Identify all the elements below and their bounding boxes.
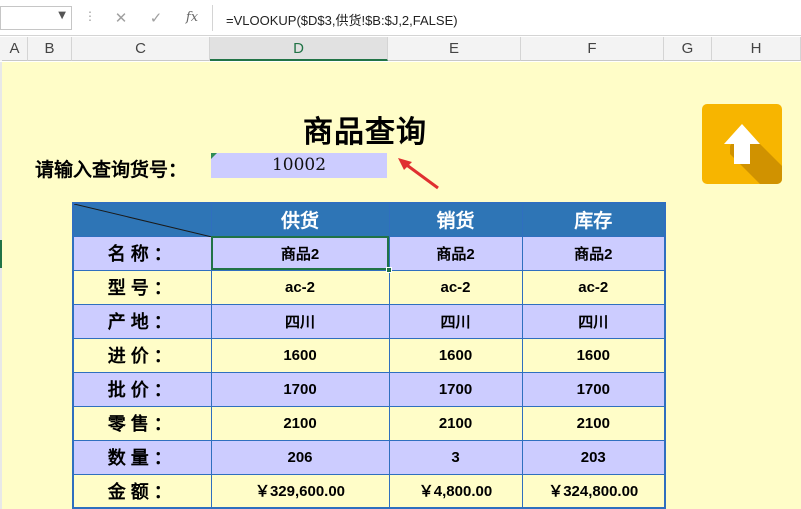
formula-input[interactable]: =VLOOKUP($D$3,供货!$B:$J,2,FALSE) xyxy=(226,10,458,29)
cell-name-sales[interactable]: 商品2 xyxy=(388,235,523,271)
cell-model-sales[interactable]: ac-2 xyxy=(388,269,523,305)
fill-handle[interactable] xyxy=(385,266,392,273)
formula-bar: ▼ ⋮ ✕ ✓ fx =VLOOKUP($D$3,供货!$B:$J,2,FALS… xyxy=(0,0,801,36)
column-header-g[interactable]: G xyxy=(664,37,712,61)
table-row: 型号： ac-2 ac-2 ac-2 xyxy=(72,269,666,305)
table-row: 名称： 商品2 商品2 商品2 xyxy=(72,235,666,273)
cell-origin-supply[interactable]: 四川 xyxy=(210,303,390,339)
cell-wholesale-stock[interactable]: 1700 xyxy=(521,371,666,407)
table-row: 产地： 四川 四川 四川 xyxy=(72,303,666,339)
cell-retail-stock[interactable]: 2100 xyxy=(521,405,666,441)
error-indicator-icon[interactable] xyxy=(211,153,217,159)
column-header-c[interactable]: C xyxy=(72,37,210,61)
column-header-d[interactable]: D xyxy=(210,37,388,61)
header-sales[interactable]: 销货 xyxy=(388,202,523,237)
row-label-model[interactable]: 型号： xyxy=(72,269,212,305)
page-title: 商品查询 xyxy=(303,115,427,150)
row-label-origin[interactable]: 产地： xyxy=(72,303,212,339)
enter-icon[interactable]: ✓ xyxy=(145,7,167,29)
cell-cost-supply[interactable]: 1600 xyxy=(210,337,390,373)
cell-cost-sales[interactable]: 1600 xyxy=(388,337,523,373)
row-label-quantity[interactable]: 数量： xyxy=(72,439,212,475)
row-label-wholesale-price[interactable]: 批价： xyxy=(72,371,212,407)
table-header-row: 供货 销货 库存 xyxy=(72,202,666,237)
table-row: 进价： 1600 1600 1600 xyxy=(72,337,666,373)
cell-quantity-stock[interactable]: 203 xyxy=(521,439,666,475)
table-row: 数量： 206 3 203 xyxy=(72,439,666,475)
header-supply[interactable]: 供货 xyxy=(210,202,390,237)
up-arrow-icon[interactable] xyxy=(702,104,782,184)
insert-function-icon[interactable]: fx xyxy=(181,7,203,29)
cell-quantity-supply[interactable]: 206 xyxy=(210,439,390,475)
cell-name-supply[interactable]: 商品2 xyxy=(210,235,392,273)
table-row: 金额： ￥329,600.00 ￥4,800.00 ￥324,800.00 xyxy=(72,473,666,509)
cell-retail-supply[interactable]: 2100 xyxy=(210,405,390,441)
row-label-cost-price[interactable]: 进价： xyxy=(72,337,212,373)
diagonal-header-cell[interactable] xyxy=(72,202,212,237)
cell-amount-sales[interactable]: ￥4,800.00 xyxy=(388,473,523,509)
red-arrow-icon xyxy=(398,158,439,190)
cancel-icon[interactable]: ✕ xyxy=(110,7,132,29)
cell-amount-stock[interactable]: ￥324,800.00 xyxy=(521,473,666,509)
cell-wholesale-sales[interactable]: 1700 xyxy=(388,371,523,407)
cell-cost-stock[interactable]: 1600 xyxy=(521,337,666,373)
column-header-a[interactable]: A xyxy=(2,37,28,61)
row-label-name[interactable]: 名称： xyxy=(72,235,212,271)
product-id-input[interactable]: 10002 xyxy=(211,153,387,178)
column-header-f[interactable]: F xyxy=(521,37,664,61)
name-box[interactable]: ▼ xyxy=(0,6,72,30)
cell-quantity-sales[interactable]: 3 xyxy=(388,439,523,475)
table-row: 批价： 1700 1700 1700 xyxy=(72,371,666,407)
table-row: 零售： 2100 2100 2100 xyxy=(72,405,666,441)
drag-handle-icon[interactable]: ⋮ xyxy=(84,9,96,23)
cell-model-stock[interactable]: ac-2 xyxy=(521,269,666,305)
row-label-amount[interactable]: 金额： xyxy=(72,473,212,509)
cell-model-supply[interactable]: ac-2 xyxy=(210,269,390,305)
column-header-h[interactable]: H xyxy=(712,37,801,61)
cell-retail-sales[interactable]: 2100 xyxy=(388,405,523,441)
column-header-e[interactable]: E xyxy=(388,37,521,61)
cell-origin-sales[interactable]: 四川 xyxy=(388,303,523,339)
header-stock[interactable]: 库存 xyxy=(521,202,666,237)
cell-amount-supply[interactable]: ￥329,600.00 xyxy=(210,473,390,509)
chevron-down-icon[interactable]: ▼ xyxy=(58,10,66,21)
cell-name-stock[interactable]: 商品2 xyxy=(521,235,666,271)
row-label-retail-price[interactable]: 零售： xyxy=(72,405,212,441)
column-header-b[interactable]: B xyxy=(28,37,72,61)
query-prompt-label: 请输入查询货号： xyxy=(35,160,188,181)
product-info-table: 供货 销货 库存 名称： 商品2 商品2 商品2 型号： ac-2 ac-2 a… xyxy=(72,202,666,509)
cell-wholesale-supply[interactable]: 1700 xyxy=(210,371,390,407)
cell-origin-stock[interactable]: 四川 xyxy=(521,303,666,339)
